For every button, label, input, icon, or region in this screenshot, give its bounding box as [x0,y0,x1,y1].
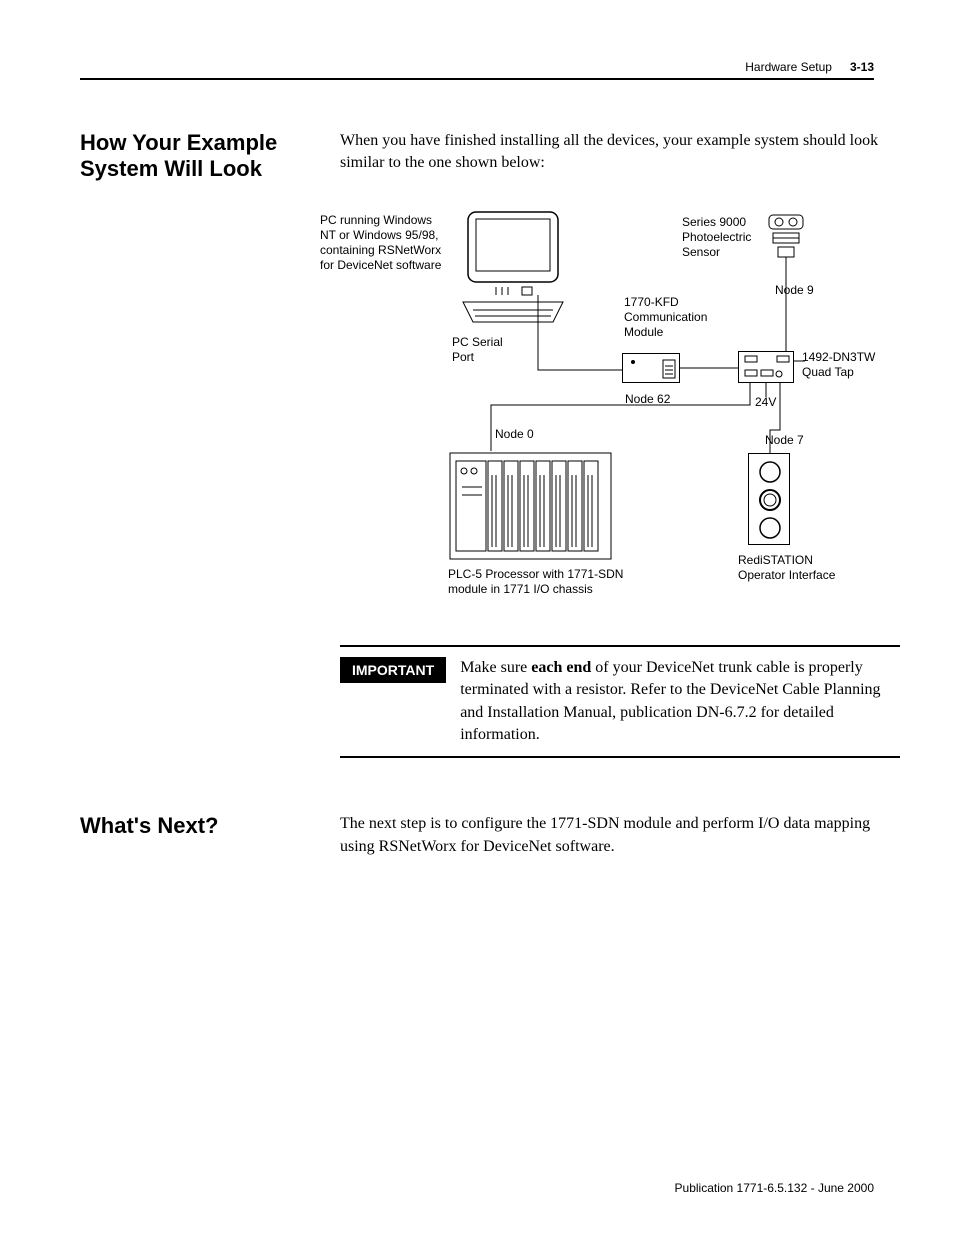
label-sensor: Series 9000 Photoelectric Sensor [682,215,762,260]
important-tag: IMPORTANT [340,657,446,683]
important-callout: IMPORTANT Make sure each end of your Dev… [340,645,900,759]
page-number: 3-13 [850,60,874,74]
label-node62: Node 62 [625,392,670,407]
important-text-bold: each end [531,659,591,676]
sensor-icon [767,213,805,268]
label-kfd: 1770-KFD Communication Module [624,295,724,340]
header-rule [80,78,874,80]
label-24v: 24V [755,395,776,410]
section1-intro: When you have finished installing all th… [340,130,900,175]
section-heading-whats-next: What's Next? [80,813,340,839]
running-header: Hardware Setup 3-13 [80,60,874,74]
label-quadtap: 1492-DN3TW Quad Tap [802,350,892,380]
important-text-pre: Make sure [460,659,531,676]
publication-footer: Publication 1771-6.5.132 - June 2000 [675,1181,874,1195]
whats-next-body: The next step is to configure the 1771-S… [340,813,874,858]
pc-monitor-icon [458,207,568,332]
label-pc: PC running Windows NT or Windows 95/98, … [320,213,450,273]
plc-chassis-icon [448,451,613,561]
label-node7: Node 7 [765,433,804,448]
label-redistation: RediSTATION Operator Interface [738,553,858,583]
important-text: Make sure each end of your DeviceNet tru… [460,657,900,747]
label-plc: PLC-5 Processor with 1771-SDN module in … [448,567,628,597]
label-node9: Node 9 [775,283,814,298]
label-node0: Node 0 [495,427,534,442]
quadtap-icon [738,351,794,383]
chapter-label: Hardware Setup [745,60,832,74]
redistation-icon [748,453,790,545]
section-heading-example-system: How Your Example System Will Look [80,130,340,183]
kfd-module-icon [622,353,680,383]
label-pc-serial: PC Serial Port [452,335,512,365]
system-diagram: PC running Windows NT or Windows 95/98, … [340,195,900,615]
